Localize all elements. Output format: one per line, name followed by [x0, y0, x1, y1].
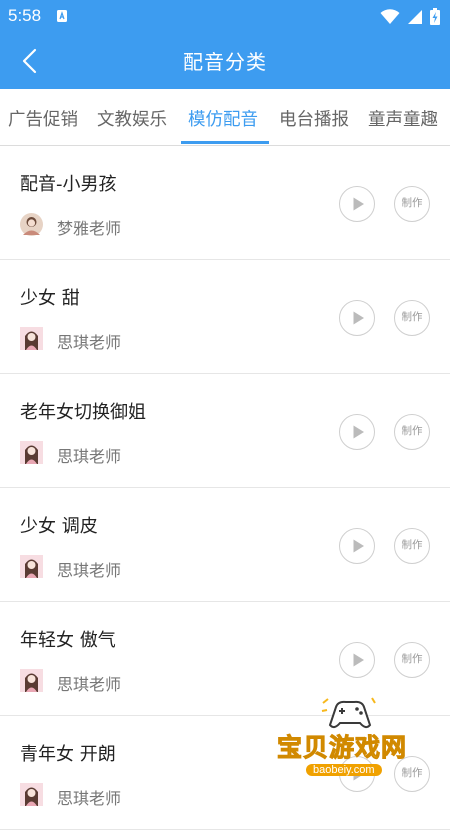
play-icon	[353, 197, 364, 211]
site-watermark: 宝贝游戏网 baobeiy.com	[270, 690, 430, 790]
voice-title: 青年女 开朗	[20, 744, 116, 765]
cellular-signal-icon	[408, 9, 422, 24]
tab-child-voice[interactable]: 童声童趣	[368, 106, 438, 131]
teacher-name: 思琪老师	[57, 675, 122, 694]
list-item[interactable]: 老年女切换御姐 思琪老师 制作	[0, 374, 450, 488]
page-title: 配音分类	[183, 50, 267, 74]
play-icon	[353, 425, 364, 439]
teacher-name: 思琪老师	[57, 333, 122, 352]
make-button[interactable]: 制作	[394, 414, 430, 450]
wifi-icon	[380, 8, 400, 24]
title-bar: 配音分类	[0, 32, 450, 89]
voice-title: 年轻女 傲气	[20, 630, 116, 651]
status-time: 5:58	[8, 6, 42, 25]
play-button[interactable]	[339, 528, 375, 564]
make-button[interactable]: 制作	[394, 186, 430, 222]
list-item[interactable]: 少女 调皮 思琪老师 制作	[0, 488, 450, 602]
teacher-name: 思琪老师	[57, 789, 122, 808]
teacher-name: 思琪老师	[57, 447, 122, 466]
gamepad-icon	[321, 697, 376, 729]
teacher-avatar	[20, 213, 43, 236]
play-icon	[353, 653, 364, 667]
active-tab-indicator	[181, 141, 269, 144]
status-bar: 5:58	[0, 0, 450, 32]
make-button[interactable]: 制作	[394, 300, 430, 336]
watermark-url: baobeiy.com	[306, 764, 382, 776]
teacher-avatar	[20, 669, 43, 692]
list-item[interactable]: 少女 甜 思琪老师 制作	[0, 260, 450, 374]
tab-imitation-dubbing[interactable]: 模仿配音	[188, 106, 258, 131]
teacher-name: 梦雅老师	[57, 219, 122, 238]
play-button[interactable]	[339, 186, 375, 222]
watermark-text: 宝贝游戏网	[276, 733, 408, 763]
play-button[interactable]	[339, 300, 375, 336]
sim-card-icon	[57, 10, 67, 22]
teacher-avatar	[20, 555, 43, 578]
play-icon	[353, 311, 364, 325]
play-icon	[353, 539, 364, 553]
battery-charging-icon	[430, 8, 440, 25]
status-icons	[380, 8, 440, 25]
tab-ad-promo[interactable]: 广告促销	[8, 106, 78, 131]
list-item[interactable]: 配音-小男孩 梦雅老师 制作	[0, 146, 450, 260]
voice-title: 配音-小男孩	[20, 174, 117, 195]
voice-title: 少女 调皮	[20, 516, 98, 537]
play-button[interactable]	[339, 642, 375, 678]
category-tabs: 广告促销 文教娱乐 模仿配音 电台播报 童声童趣	[0, 89, 450, 146]
make-button[interactable]: 制作	[394, 642, 430, 678]
app-header: 5:58 配音分类	[0, 0, 450, 89]
teacher-avatar	[20, 783, 43, 806]
voice-title: 少女 甜	[20, 288, 80, 309]
make-button[interactable]: 制作	[394, 528, 430, 564]
play-button[interactable]	[339, 414, 375, 450]
tab-culture-entertainment[interactable]: 文教娱乐	[97, 106, 167, 131]
tab-radio-broadcast[interactable]: 电台播报	[279, 106, 349, 131]
voice-title: 老年女切换御姐	[20, 402, 146, 423]
teacher-avatar	[20, 327, 43, 350]
teacher-name: 思琪老师	[57, 561, 122, 580]
teacher-avatar	[20, 441, 43, 464]
